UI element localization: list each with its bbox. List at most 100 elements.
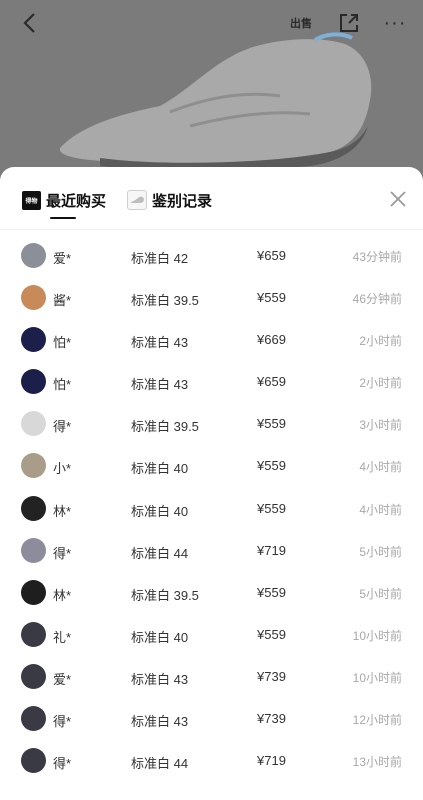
buyer-name: 得* <box>53 714 72 730</box>
size-spec: 标准白 42 <box>131 251 189 266</box>
avatar <box>21 411 46 437</box>
list-item: 怕* 标准白 43 ¥659 2小时前 <box>0 361 423 403</box>
price: ¥719 <box>257 753 286 769</box>
size-spec: 标准白 40 <box>131 461 189 477</box>
tab-label: 鉴别记录 <box>152 192 213 210</box>
time-ago: 4小时前 <box>359 502 402 517</box>
time-ago: 13小时前 <box>352 755 402 770</box>
avatar <box>21 453 46 479</box>
purchase-list: 爱* 标准白 42 ¥659 43分钟前酱* 标准白 39.5 ¥559 46分钟前怕* 标准… <box>0 235 423 782</box>
buyer-name: 怕* <box>53 377 72 393</box>
time-ago: 3小时前 <box>359 418 402 433</box>
share-icon <box>340 14 358 32</box>
list-item: 得* 标准白 44 ¥719 5小时前 <box>0 530 423 572</box>
tab-recent-purchases[interactable]: 得物 最近购买 <box>22 189 106 211</box>
list-item: 得* 标准白 39.5 ¥559 3小时前 <box>0 403 423 445</box>
list-item: 爱* 标准白 43 ¥739 10小时前 <box>0 656 423 698</box>
recent-purchases-sheet: 得物 最近购买 鉴别记录 爱* 标准白 42 ¥659 43分钟前酱* 标准白 39.5… <box>0 167 423 800</box>
more-button[interactable]: ··· <box>380 10 410 36</box>
buyer-name: 怕* <box>53 335 72 351</box>
time-ago: 4小时前 <box>359 460 402 475</box>
avatar <box>21 495 46 521</box>
price: ¥559 <box>257 584 286 600</box>
dewu-logo-icon: 得物 <box>22 190 41 210</box>
time-ago: 10小时前 <box>352 628 402 643</box>
buyer-name: 爱* <box>53 251 72 266</box>
back-button[interactable] <box>14 10 44 36</box>
buyer-name: 得* <box>53 756 72 772</box>
list-item: 得* 标准白 44 ¥719 13小时前 <box>0 740 423 782</box>
size-spec: 标准白 39.5 <box>131 419 199 435</box>
list-item: 林* 标准白 40 ¥559 4小时前 <box>0 488 423 530</box>
size-spec: 标准白 40 <box>131 503 189 519</box>
time-ago: 2小时前 <box>359 376 402 391</box>
product-shoe-image <box>59 32 372 170</box>
size-spec: 标准白 43 <box>131 671 189 687</box>
list-item: 礼* 标准白 40 ¥559 10小时前 <box>0 614 423 656</box>
time-ago: 46分钟前 <box>352 292 402 307</box>
buyer-name: 林* <box>53 587 72 603</box>
price: ¥559 <box>257 458 286 474</box>
sell-label: 出售 <box>290 18 312 30</box>
time-ago: 5小时前 <box>359 544 402 559</box>
buyer-name: 得* <box>53 419 72 435</box>
avatar <box>21 285 46 311</box>
size-spec: 标准白 39.5 <box>131 587 199 603</box>
price: ¥739 <box>257 668 286 684</box>
avatar <box>21 579 46 605</box>
price: ¥669 <box>257 332 286 348</box>
buyer-name: 林* <box>53 503 72 519</box>
price: ¥559 <box>257 290 286 306</box>
list-item: 林* 标准白 39.5 ¥559 5小时前 <box>0 572 423 614</box>
price: ¥719 <box>257 542 286 558</box>
size-spec: 标准白 43 <box>131 714 189 730</box>
size-spec: 标准白 43 <box>131 377 189 393</box>
tab-label: 最近购买 <box>46 192 107 210</box>
avatar <box>21 537 46 563</box>
size-spec: 标准白 40 <box>131 629 189 645</box>
avatar <box>21 748 46 774</box>
time-ago: 43分钟前 <box>352 250 402 264</box>
price: ¥559 <box>257 416 286 432</box>
time-ago: 5小时前 <box>359 586 402 601</box>
price: ¥559 <box>257 626 286 642</box>
list-item: 小* 标准白 40 ¥559 4小时前 <box>0 445 423 487</box>
buyer-name: 爱* <box>53 671 72 687</box>
time-ago: 12小时前 <box>352 713 402 728</box>
price: ¥739 <box>257 711 286 727</box>
buyer-name: 得* <box>53 545 72 561</box>
avatar <box>21 663 46 689</box>
price: ¥659 <box>257 248 286 263</box>
sheet-tabs: 得物 最近购买 鉴别记录 <box>0 167 423 230</box>
buyer-name: 酱* <box>53 293 72 309</box>
close-button[interactable] <box>386 187 410 211</box>
price: ¥559 <box>257 500 286 516</box>
sell-button[interactable]: 出售 <box>286 10 316 36</box>
shoe-thumbnail-icon <box>127 190 147 210</box>
product-image-area: 出售 ··· <box>0 0 423 190</box>
time-ago: 2小时前 <box>359 334 402 349</box>
price: ¥659 <box>257 374 286 390</box>
buyer-name: 礼* <box>53 629 72 645</box>
avatar <box>21 243 46 268</box>
size-spec: 标准白 44 <box>131 545 189 561</box>
size-spec: 标准白 39.5 <box>131 293 199 309</box>
logo-text: 得物 <box>25 198 38 205</box>
tab-authentication-records[interactable]: 鉴别记录 <box>127 189 212 211</box>
close-icon <box>390 191 406 207</box>
size-spec: 标准白 44 <box>131 756 189 772</box>
chevron-left-icon <box>23 13 35 33</box>
more-icon: ··· <box>383 11 407 34</box>
list-item: 酱* 标准白 39.5 ¥559 46分钟前 <box>0 277 423 319</box>
buyer-name: 小* <box>53 461 72 477</box>
list-item: 爱* 标准白 42 ¥659 43分钟前 <box>0 235 423 277</box>
active-tab-indicator <box>50 217 76 219</box>
list-item: 得* 标准白 43 ¥739 12小时前 <box>0 698 423 740</box>
list-item: 怕* 标准白 43 ¥669 2小时前 <box>0 319 423 361</box>
time-ago: 10小时前 <box>352 670 402 685</box>
avatar <box>21 706 46 732</box>
avatar <box>21 327 46 353</box>
share-button[interactable] <box>334 10 364 36</box>
avatar <box>21 369 46 395</box>
size-spec: 标准白 43 <box>131 335 189 351</box>
